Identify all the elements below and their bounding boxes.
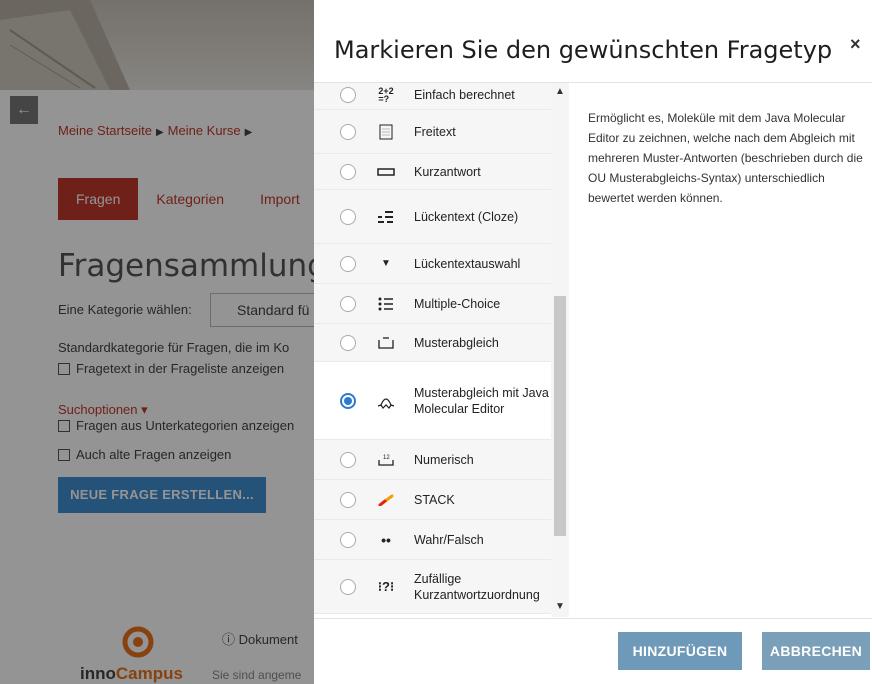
question-type-label: STACK	[414, 492, 455, 507]
question-type-option-gapselect[interactable]: ▼ Lückentextauswahl	[314, 244, 551, 284]
question-type-label: Wahr/Falsch	[414, 532, 484, 547]
dialog-title: Markieren Sie den gewünschten Fragetyp	[334, 36, 833, 64]
question-type-label: Lückentextauswahl	[414, 256, 521, 271]
scrollbar-thumb[interactable]	[554, 296, 566, 536]
pattern-match-icon	[376, 333, 396, 353]
scroll-up-icon[interactable]: ▲	[551, 86, 569, 97]
radio-button[interactable]	[340, 163, 356, 180]
question-type-option-calculated-simple[interactable]: 2+2 =? Einfach berechnet	[314, 83, 551, 110]
radio-button[interactable]	[340, 578, 356, 595]
question-type-label: Lückentext (Cloze)	[414, 209, 519, 224]
question-type-option-short-answer[interactable]: Kurzantwort	[314, 154, 551, 190]
question-type-label: Musterabgleich	[414, 335, 499, 350]
cancel-button[interactable]: ABBRECHEN	[762, 632, 870, 670]
question-type-option-cloze[interactable]: Lückentext (Cloze)	[314, 190, 551, 244]
divider	[314, 618, 872, 619]
svg-text:12: 12	[383, 455, 390, 461]
list-icon	[376, 294, 396, 314]
cloze-icon	[376, 207, 396, 227]
question-type-chooser-dialog: Markieren Sie den gewünschten Fragetyp ×…	[314, 0, 872, 684]
essay-icon	[376, 122, 396, 142]
question-type-option-randomsamatch[interactable]: ⁝?⁝ Zufällige Kurzantwortzuordnung	[314, 560, 551, 614]
short-answer-icon	[376, 162, 396, 182]
question-type-description: Ermöglicht es, Moleküle mit dem Java Mol…	[588, 111, 863, 205]
radio-button-selected[interactable]	[340, 392, 356, 409]
calculated-icon: 2+2 =?	[378, 85, 394, 104]
question-type-list[interactable]: 2+2 =? Einfach berechnet Freitext Kurzant…	[314, 83, 569, 617]
add-button[interactable]: HINZUFÜGEN	[618, 632, 742, 670]
question-type-option-pmatch-jme[interactable]: Musterabgleich mit Java Molecular Editor	[314, 362, 551, 440]
question-type-option-numerical[interactable]: 12 Numerisch	[314, 440, 551, 480]
question-type-option-stack[interactable]: STACK	[314, 480, 551, 520]
question-type-label: Multiple-Choice	[414, 296, 501, 311]
scroll-down-icon[interactable]: ▼	[551, 601, 569, 612]
true-false-icon: ••	[381, 531, 391, 548]
question-type-label: Numerisch	[414, 452, 474, 467]
radio-button[interactable]	[340, 491, 356, 508]
radio-button[interactable]	[340, 531, 356, 548]
radio-button[interactable]	[340, 208, 356, 225]
radio-button[interactable]	[340, 86, 356, 103]
radio-button[interactable]	[340, 123, 356, 140]
radio-button[interactable]	[340, 295, 356, 312]
close-icon[interactable]: ×	[850, 34, 861, 55]
question-type-option-pmatch[interactable]: Musterabgleich	[314, 324, 551, 362]
question-type-label: Zufällige Kurzantwortzuordnung	[414, 571, 540, 602]
radio-button[interactable]	[340, 334, 356, 351]
question-type-option-essay[interactable]: Freitext	[314, 110, 551, 154]
question-type-label: Kurzantwort	[414, 164, 481, 179]
random-match-icon: ⁝?⁝	[377, 578, 395, 594]
question-type-option-truefalse[interactable]: •• Wahr/Falsch	[314, 520, 551, 560]
radio-button[interactable]	[340, 255, 356, 272]
question-type-label: Musterabgleich mit Java Molecular Editor	[414, 385, 549, 416]
numerical-icon: 12	[376, 450, 396, 470]
question-type-label: Freitext	[414, 124, 456, 139]
question-type-option-multichoice[interactable]: Multiple-Choice	[314, 284, 551, 324]
molecule-icon	[376, 391, 396, 411]
radio-button[interactable]	[340, 451, 356, 468]
stack-icon	[376, 490, 396, 510]
dropdown-triangle-icon: ▼	[381, 258, 391, 269]
question-type-label: Einfach berechnet	[414, 87, 515, 102]
